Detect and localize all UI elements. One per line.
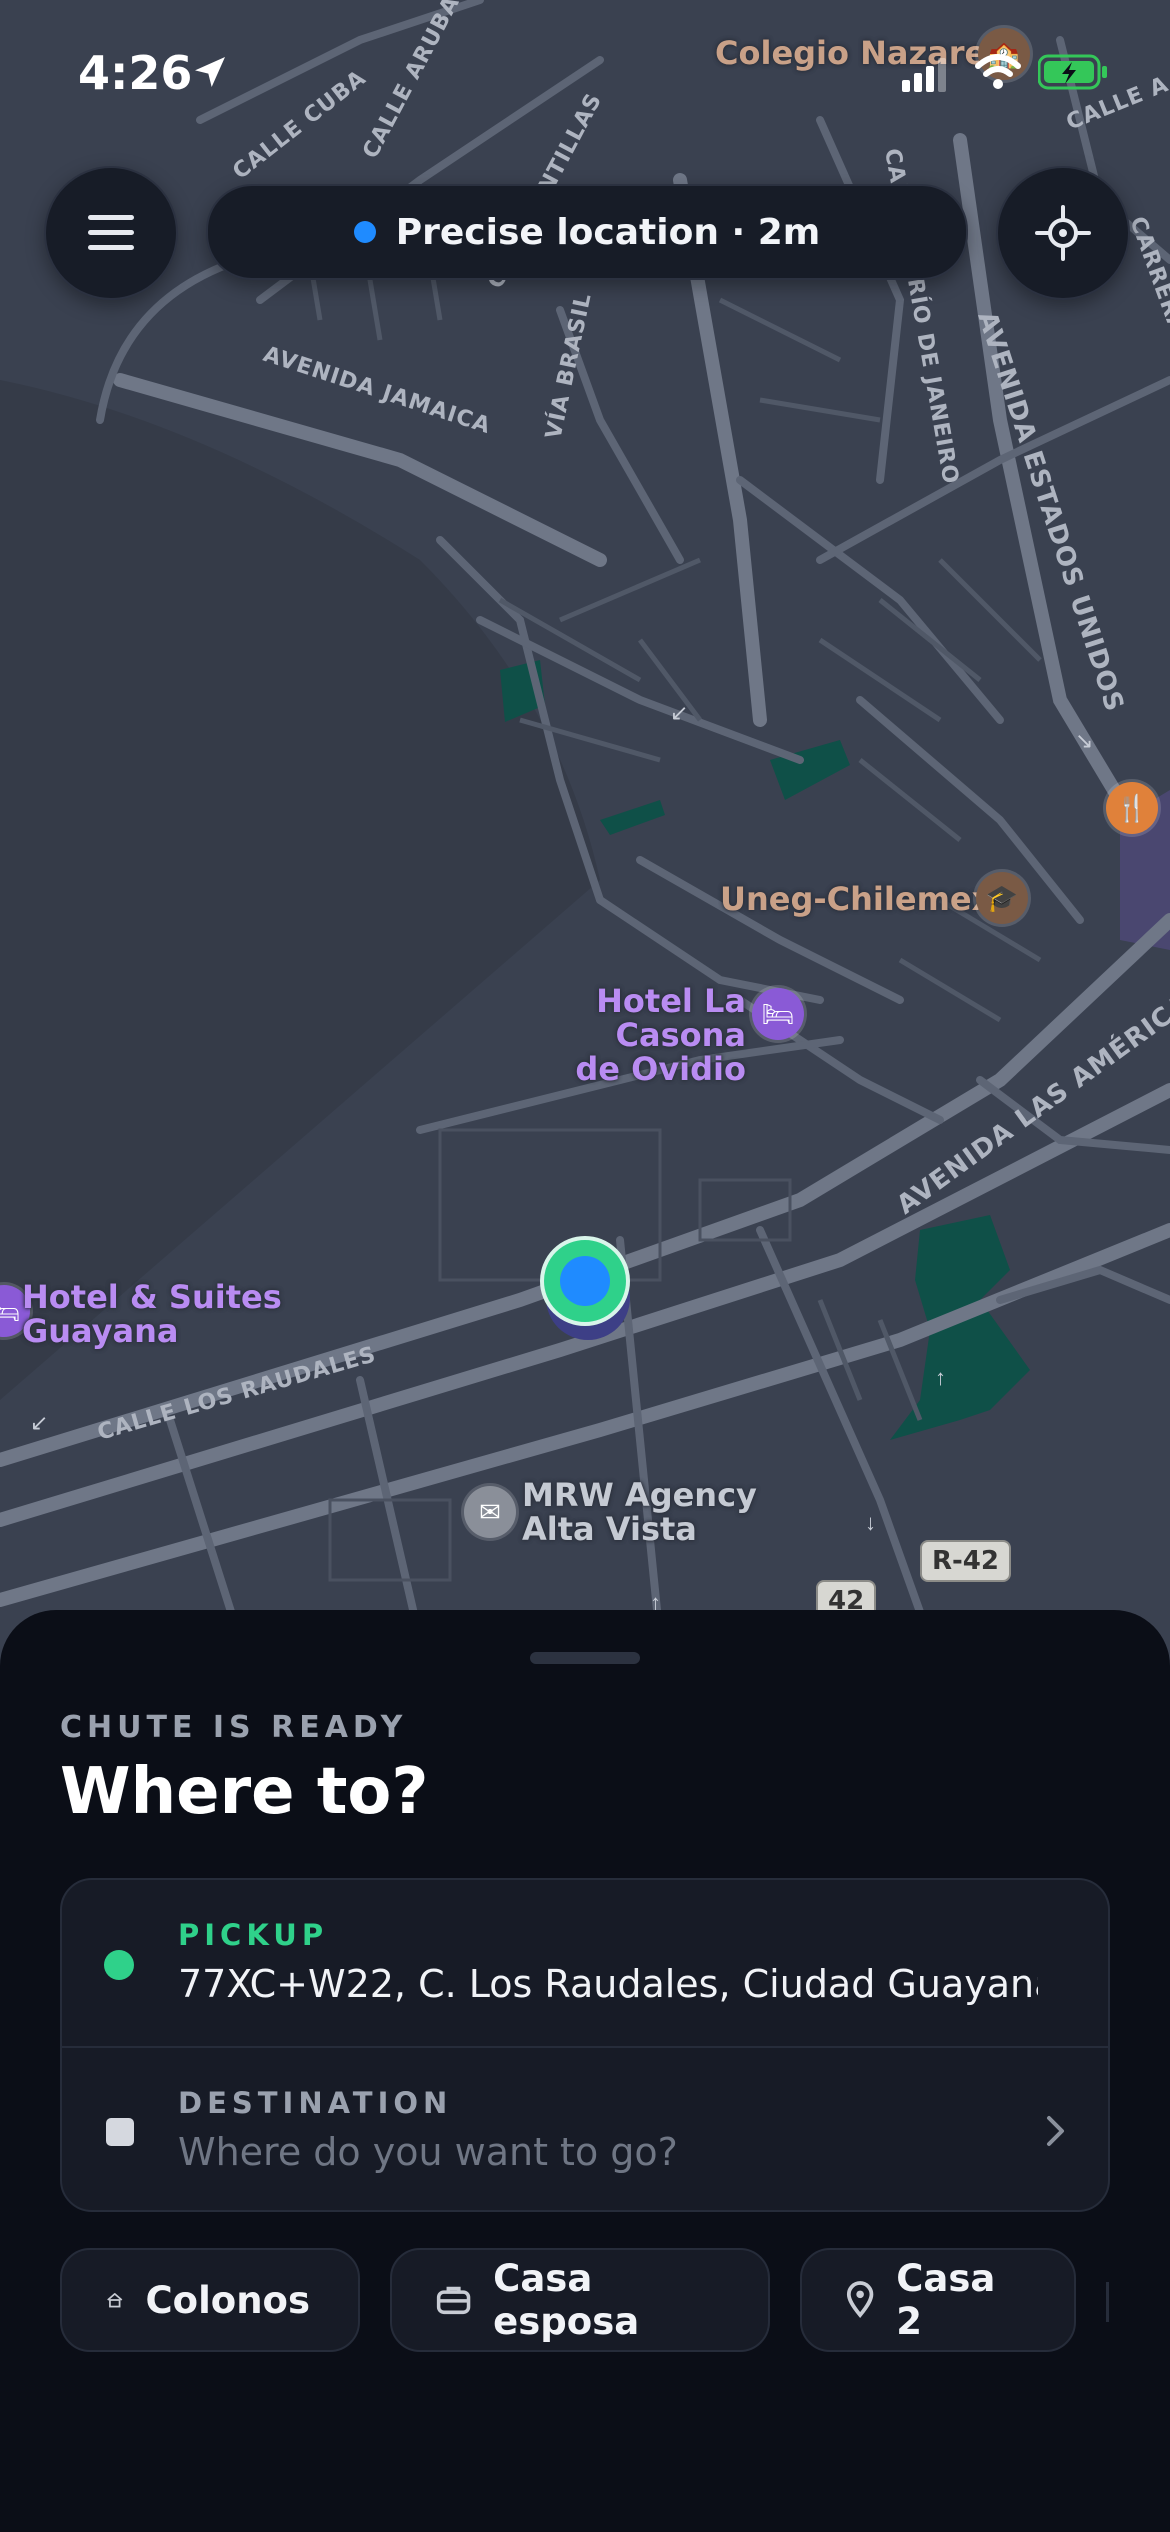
crosshair-icon [1035,205,1091,261]
precise-location-pill[interactable]: Precise location · 2m [206,184,968,280]
svg-text:↙: ↙ [670,700,688,725]
restaurant-poi-icon[interactable]: 🍴 [1106,782,1158,834]
home-icon [107,2292,123,2308]
place-label-line: Hotel & Suites [22,1278,282,1316]
hotel-poi-icon[interactable]: 🛏 [752,988,804,1040]
location-status-dot [353,221,376,243]
pickup-label: PICKUP [178,1918,329,1952]
pin-icon [846,2281,874,2319]
bottom-sheet[interactable]: CHUTE IS READY Where to? PICKUP 77XC+W22… [0,1610,1170,2532]
battery-charging-icon [1038,54,1107,90]
place-label[interactable]: MRW Agency Alta Vista [522,1478,757,1546]
status-bar: 4:26 [0,0,1170,150]
place-label-line: MRW Agency [522,1476,757,1514]
destination-row[interactable]: DESTINATION Where do you want to go? [62,2046,1108,2210]
pickup-address: 77XC+W22, C. Los Raudales, Ciudad Guayan… [178,1962,1038,2006]
route-shield: R-42 [920,1540,1011,1582]
place-label-line: Alta Vista [522,1510,697,1548]
recenter-button[interactable] [996,166,1130,300]
svg-text:↑: ↑ [935,1365,946,1390]
destination-label: DESTINATION [178,2086,453,2120]
place-label[interactable]: Hotel & Suites Guayana [22,1280,282,1348]
briefcase-icon [436,2286,471,2315]
place-label-line: Guayana [22,1312,179,1350]
hamburger-menu-icon [88,215,134,250]
cellular-signal-icon [902,58,946,92]
place-label[interactable]: Hotel La Casona de Ovidio [484,984,746,1086]
saved-place-chip-casa-2[interactable]: Casa 2 [800,2248,1076,2352]
chip-label: Colonos [145,2278,310,2322]
education-poi-icon[interactable]: 🎓 [976,872,1028,924]
location-arrow-icon [195,57,225,87]
wifi-icon [975,54,1021,89]
route-card: PICKUP 77XC+W22, C. Los Raudales, Ciudad… [60,1878,1110,2212]
place-label-line: de Ovidio [575,1050,746,1088]
place-label-line: Hotel La Casona [596,982,746,1054]
mail-poi-icon[interactable]: ✉ [464,1486,516,1538]
saved-places-row: Colonos Casa esposa Casa 2 [60,2248,1110,2356]
sheet-grabber[interactable] [530,1652,640,1664]
chevron-right-icon [1047,2116,1064,2146]
svg-text:↙: ↙ [30,1410,48,1435]
more-chips-edge [1106,2282,1109,2322]
sheet-title: Where to? [60,1755,429,1829]
user-location-marker[interactable] [540,1236,636,1344]
svg-text:↘: ↘ [1075,728,1093,753]
status-time: 4:26 [78,46,193,100]
pickup-dot-icon [104,1950,134,1980]
location-accuracy-text: Precise location · 2m [395,211,821,253]
saved-place-chip-colonos[interactable]: Colonos [60,2248,360,2352]
pickup-row[interactable]: PICKUP 77XC+W22, C. Los Raudales, Ciudad… [62,1880,1108,2044]
place-label[interactable]: Uneg-Chilemex [720,882,992,916]
destination-placeholder: Where do you want to go? [178,2130,678,2174]
sheet-eyebrow: CHUTE IS READY [60,1710,408,1745]
destination-square-icon [106,2118,134,2146]
menu-button[interactable] [44,166,178,300]
chip-label: Casa esposa [493,2257,640,2343]
saved-place-chip-casa-esposa[interactable]: Casa esposa [390,2248,770,2352]
svg-text:↓: ↓ [865,1510,876,1535]
chip-label: Casa 2 [896,2257,996,2343]
